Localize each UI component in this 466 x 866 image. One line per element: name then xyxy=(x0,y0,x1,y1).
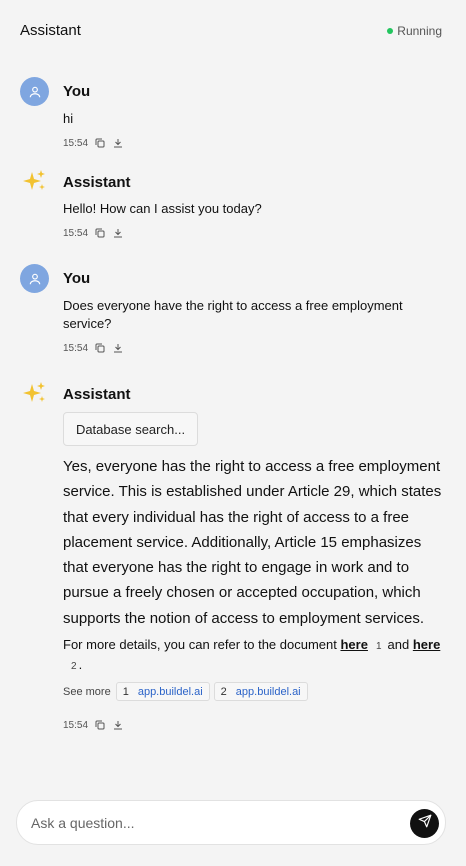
message-meta: 15:54 xyxy=(63,137,124,149)
details-suffix: . xyxy=(78,657,83,672)
status-indicator: Running xyxy=(387,24,442,38)
download-icon[interactable] xyxy=(112,342,124,354)
see-more-label: See more xyxy=(63,685,111,698)
message-meta: 15:54 xyxy=(63,719,124,731)
sparkles-icon xyxy=(22,380,48,406)
message-time: 15:54 xyxy=(63,719,89,731)
app-title: Assistant xyxy=(20,22,81,39)
chat-composer xyxy=(16,800,446,845)
status-text: Running xyxy=(397,24,442,38)
copy-icon[interactable] xyxy=(94,227,106,239)
sparkles-icon xyxy=(22,168,48,194)
source-number: 1 xyxy=(122,685,129,698)
source-chip[interactable]: 1 app.buildel.ai xyxy=(115,682,210,701)
message-time: 15:54 xyxy=(63,137,89,149)
message-author: Assistant xyxy=(63,386,131,403)
user-avatar-icon xyxy=(20,264,49,293)
source-number: 2 xyxy=(220,685,227,698)
question-input[interactable] xyxy=(31,813,401,833)
copy-icon[interactable] xyxy=(94,342,106,354)
message-time: 15:54 xyxy=(63,227,89,239)
download-icon[interactable] xyxy=(112,227,124,239)
more-details: For more details, you can refer to the d… xyxy=(63,636,448,676)
document-link-1[interactable]: here xyxy=(340,637,367,652)
details-prefix: For more details, you can refer to the d… xyxy=(63,637,337,652)
database-search-button[interactable]: Database search... xyxy=(63,412,198,446)
user-avatar-icon xyxy=(20,77,49,106)
message-text: Hello! How can I assist you today? xyxy=(63,201,262,216)
message-author: You xyxy=(63,270,91,287)
copy-icon[interactable] xyxy=(94,137,106,149)
message-meta: 15:54 xyxy=(63,342,124,354)
header: Assistant Running xyxy=(0,0,466,60)
source-link[interactable]: app.buildel.ai xyxy=(236,686,301,698)
message-author: Assistant xyxy=(63,174,131,191)
download-icon[interactable] xyxy=(112,719,124,731)
copy-icon[interactable] xyxy=(94,719,106,731)
message-time: 15:54 xyxy=(63,342,89,354)
send-button[interactable] xyxy=(410,809,439,838)
answer-text: Yes, everyone has the right to access a … xyxy=(63,458,442,627)
message-author: You xyxy=(63,83,91,100)
source-chip[interactable]: 2 app.buildel.ai xyxy=(213,682,308,701)
reference-number-2[interactable]: 2 xyxy=(71,658,77,676)
source-link[interactable]: app.buildel.ai xyxy=(138,686,203,698)
status-dot-icon xyxy=(387,28,394,34)
send-icon xyxy=(418,814,432,833)
message-meta: 15:54 xyxy=(63,227,124,239)
message-text: Does everyone have the right to access a… xyxy=(63,298,403,331)
see-more-sources: See more 1 app.buildel.ai 2 app.buildel.… xyxy=(63,682,308,701)
document-link-2[interactable]: here xyxy=(413,637,440,652)
reference-number-1[interactable]: 1 xyxy=(376,638,382,656)
details-and: and xyxy=(387,637,410,652)
message-text: hi xyxy=(63,111,74,126)
download-icon[interactable] xyxy=(112,137,124,149)
